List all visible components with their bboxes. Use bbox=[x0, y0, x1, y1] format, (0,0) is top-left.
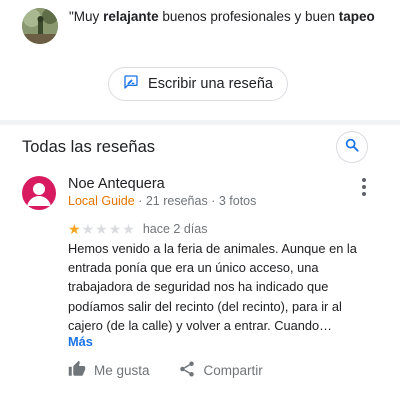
review-rating-row: ★ ★ ★ ★ ★ hace 2 días bbox=[68, 222, 207, 236]
more-vert-icon[interactable] bbox=[356, 176, 372, 198]
snippet-text: "Muy relajante buenos profesionales y bu… bbox=[69, 9, 375, 24]
review-text-line: Hemos venido a la feria de animales. Aun… bbox=[68, 241, 357, 256]
star-empty-icon: ★ bbox=[81, 221, 95, 237]
star-rating: ★ ★ ★ ★ ★ bbox=[68, 222, 135, 236]
share-button[interactable]: Compartir bbox=[178, 360, 263, 381]
review-count: 21 reseñas bbox=[145, 194, 208, 208]
snippet-keyword-relajante: relajante bbox=[103, 9, 159, 24]
search-reviews-button[interactable] bbox=[336, 131, 368, 163]
avatar[interactable] bbox=[22, 176, 56, 210]
review-actions: Me gusta Compartir bbox=[68, 360, 263, 381]
review-date: hace 2 días bbox=[142, 222, 208, 236]
review-author-meta: Local Guide · 21 reseñas · 3 fotos bbox=[68, 194, 256, 208]
review-text: Hemos venido a la feria de animales. Aun… bbox=[68, 239, 373, 335]
snippet-avatar bbox=[22, 8, 58, 44]
meta-separator: · bbox=[138, 194, 143, 208]
review-text-line: trabajadora de seguridad nos ha indicado… bbox=[68, 279, 329, 295]
write-review-label: Escribir una reseña bbox=[148, 76, 273, 92]
review-snippet[interactable]: "Muy relajante buenos profesionales y bu… bbox=[22, 6, 392, 46]
local-guide-badge: Local Guide bbox=[68, 194, 135, 208]
share-label: Compartir bbox=[203, 363, 263, 378]
review-text-line: entrada ponía que era un único acceso, u… bbox=[68, 260, 319, 276]
star-filled-icon: ★ bbox=[68, 221, 81, 237]
section-divider bbox=[0, 120, 400, 125]
review-text-line: podíamos salir del recinto (del recinto)… bbox=[68, 298, 342, 314]
like-label: Me gusta bbox=[94, 363, 150, 378]
write-review-button[interactable]: Escribir una reseña bbox=[108, 67, 288, 101]
search-icon bbox=[344, 137, 360, 158]
thumb-up-icon bbox=[68, 360, 86, 381]
star-empty-icon: ★ bbox=[108, 221, 122, 237]
review-card: Noe Antequera Local Guide · 21 reseñas ·… bbox=[0, 170, 400, 400]
snippet-word-1: Muy bbox=[73, 9, 100, 24]
star-empty-icon: ★ bbox=[95, 221, 108, 237]
star-empty-icon: ★ bbox=[122, 221, 135, 237]
like-button[interactable]: Me gusta bbox=[68, 360, 150, 381]
all-reviews-title: Todas las reseñas bbox=[22, 138, 155, 156]
photo-count: 3 fotos bbox=[218, 194, 257, 208]
review-author-name[interactable]: Noe Antequera bbox=[68, 176, 165, 192]
meta-separator: · bbox=[211, 194, 216, 208]
more-link[interactable]: Más bbox=[68, 334, 93, 349]
snippet-word-3: buenos profesionales y buen bbox=[162, 9, 336, 24]
snippet-keyword-tapeo: tapeo bbox=[338, 9, 375, 24]
share-icon bbox=[178, 360, 196, 381]
rate-review-icon bbox=[123, 74, 139, 95]
review-text-line: cajero (de la calle) y volver a entrar. … bbox=[68, 317, 332, 333]
